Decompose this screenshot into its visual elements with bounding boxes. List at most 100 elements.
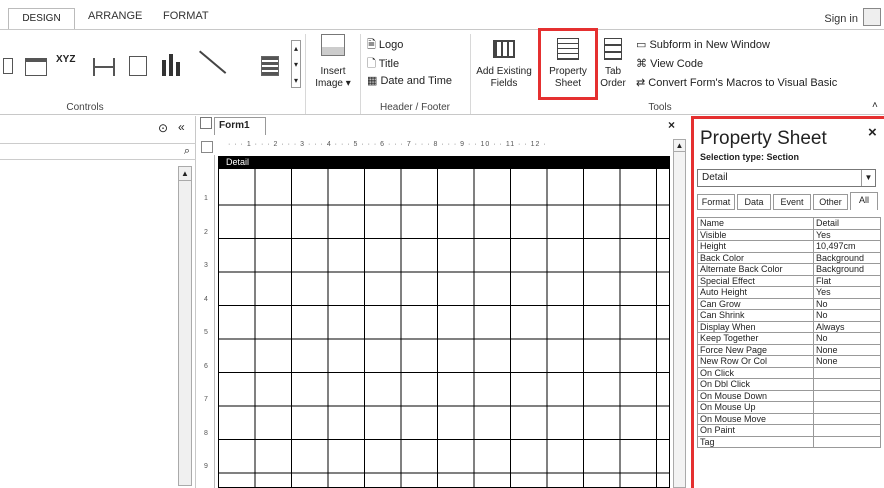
property-value[interactable] bbox=[813, 401, 881, 414]
property-row[interactable]: Keep Together No bbox=[697, 332, 881, 345]
property-value[interactable] bbox=[813, 389, 881, 402]
property-row[interactable]: Can Shrink No bbox=[697, 309, 881, 322]
property-value[interactable]: None bbox=[813, 355, 881, 368]
property-row[interactable]: Back Color Background bbox=[697, 251, 881, 264]
title-button[interactable]: 🗋 Title bbox=[367, 55, 399, 74]
web-browser-control-icon[interactable] bbox=[25, 58, 47, 76]
close-document-icon[interactable]: × bbox=[668, 118, 675, 132]
navigation-pane: ⊙ « bbox=[0, 116, 196, 488]
insert-image-button[interactable]: Insert Image ▾ bbox=[312, 34, 354, 90]
object-selector[interactable]: Detail ▼ bbox=[697, 169, 876, 187]
nav-menu-icon[interactable]: ⊙ bbox=[158, 121, 168, 135]
nav-scrollbar[interactable]: ▲ bbox=[178, 166, 192, 486]
close-property-sheet-icon[interactable]: × bbox=[868, 124, 877, 141]
property-value[interactable] bbox=[813, 424, 881, 437]
property-value[interactable] bbox=[813, 366, 881, 379]
tab-event-props[interactable]: Event bbox=[773, 194, 811, 210]
ruler-mark: 7 bbox=[204, 396, 208, 403]
tab-design[interactable]: DESIGN bbox=[8, 8, 75, 30]
property-row[interactable]: Can Grow No bbox=[697, 297, 881, 310]
sign-in-link[interactable]: Sign in bbox=[824, 13, 858, 25]
doc-scroll-up-icon[interactable]: ▲ bbox=[674, 140, 685, 152]
form-selector[interactable] bbox=[201, 141, 213, 153]
ribbon: XYZ ▴ ▾ ▾ Controls Insert Image ▾ 🗎 Logo 🗋… bbox=[0, 28, 884, 115]
form-icon bbox=[200, 117, 212, 129]
tab-format-props[interactable]: Format bbox=[697, 194, 735, 210]
page-break-control-icon[interactable] bbox=[129, 56, 147, 76]
property-value[interactable] bbox=[813, 378, 881, 391]
property-value[interactable]: No bbox=[813, 297, 881, 310]
document-scrollbar[interactable]: ▲ bbox=[673, 139, 686, 488]
property-value[interactable]: Always bbox=[813, 320, 881, 333]
avatar[interactable] bbox=[863, 8, 881, 26]
insert-image-label-1: Insert bbox=[320, 66, 346, 77]
horizontal-ruler: · · · 1 · · · 2 · · · 3 · · · 4 · · · 5 … bbox=[228, 141, 672, 153]
document-tab-form1[interactable]: Form1 bbox=[214, 117, 266, 135]
property-value[interactable]: Flat bbox=[813, 274, 881, 287]
property-row[interactable]: On Paint bbox=[697, 424, 881, 437]
tab-order-label-2: Order bbox=[600, 78, 626, 89]
property-name: Alternate Back Color bbox=[697, 263, 814, 276]
property-value[interactable]: Yes bbox=[813, 228, 881, 241]
scroll-up-icon[interactable]: ▲ bbox=[179, 167, 191, 181]
property-value[interactable]: Yes bbox=[813, 286, 881, 299]
bar-chart-icon[interactable] bbox=[162, 60, 166, 76]
view-code-button[interactable]: ⌘ View Code bbox=[636, 57, 703, 70]
logo-button[interactable]: 🗎 Logo bbox=[367, 36, 403, 55]
tab-order-button[interactable]: Tab Order bbox=[598, 38, 628, 90]
property-row[interactable]: New Row Or Col None bbox=[697, 355, 881, 368]
property-row[interactable]: Visible Yes bbox=[697, 228, 881, 241]
property-row[interactable]: On Dbl Click bbox=[697, 378, 881, 391]
combo-box-control-icon[interactable] bbox=[3, 58, 13, 74]
ruler-mark: 2 bbox=[204, 228, 208, 236]
convert-macros-button[interactable]: ⇄ Convert Form's Macros to Visual Basic bbox=[636, 76, 837, 89]
property-row[interactable]: Tag bbox=[697, 435, 881, 448]
tab-other-props[interactable]: Other bbox=[813, 194, 848, 210]
detail-grid[interactable] bbox=[218, 168, 670, 488]
date-time-button[interactable]: ▦ Date and Time bbox=[367, 74, 452, 87]
property-row[interactable]: Special Effect Flat bbox=[697, 274, 881, 287]
collapse-pane-icon[interactable]: « bbox=[178, 120, 185, 134]
nav-search-input[interactable]: ⌕ bbox=[0, 143, 196, 160]
property-row[interactable]: Auto Height Yes bbox=[697, 286, 881, 299]
chevron-down-icon[interactable]: ▼ bbox=[861, 170, 875, 186]
detail-label: Detail bbox=[226, 157, 250, 167]
property-value[interactable]: No bbox=[813, 332, 881, 345]
property-row[interactable]: On Mouse Up bbox=[697, 401, 881, 414]
property-row[interactable]: On Mouse Move bbox=[697, 412, 881, 425]
line-control-icon[interactable] bbox=[93, 58, 115, 76]
subform-new-window-button[interactable]: ▭ Subform in New Window bbox=[636, 38, 770, 51]
calendar-icon: ▦ bbox=[367, 75, 378, 87]
gallery-scroll[interactable]: ▴ ▾ ▾ bbox=[291, 40, 301, 88]
property-value[interactable]: Background bbox=[813, 263, 881, 276]
property-row[interactable]: Alternate Back Color Background bbox=[697, 263, 881, 276]
property-value[interactable]: Detail bbox=[813, 217, 881, 230]
add-existing-fields-button[interactable]: Add Existing Fields bbox=[474, 40, 534, 90]
property-value[interactable] bbox=[813, 435, 881, 448]
property-row[interactable]: Name Detail bbox=[697, 217, 881, 230]
property-row[interactable]: Display When Always bbox=[697, 320, 881, 333]
add-existing-label-2: Fields bbox=[490, 78, 518, 89]
property-name: Auto Height bbox=[697, 286, 814, 299]
detail-section-bar[interactable]: Detail bbox=[218, 156, 670, 168]
insert-image-label-2: Image ▾ bbox=[315, 78, 351, 89]
collapse-ribbon-icon[interactable]: ˄ bbox=[872, 100, 878, 111]
object-selector-value: Detail bbox=[702, 172, 728, 183]
property-row[interactable]: On Click bbox=[697, 366, 881, 379]
ruler-mark: 6 bbox=[204, 362, 208, 370]
tab-data-props[interactable]: Data bbox=[737, 194, 771, 210]
chart-control-icon[interactable]: XYZ bbox=[56, 54, 75, 65]
property-value[interactable]: Background bbox=[813, 251, 881, 264]
property-value[interactable]: None bbox=[813, 343, 881, 356]
rectangle-control-icon[interactable] bbox=[261, 56, 279, 76]
diagonal-line-icon[interactable] bbox=[199, 50, 227, 74]
property-value[interactable]: No bbox=[813, 309, 881, 322]
property-row[interactable]: Height 10,497cm bbox=[697, 240, 881, 253]
property-row[interactable]: On Mouse Down bbox=[697, 389, 881, 402]
property-row[interactable]: Force New Page None bbox=[697, 343, 881, 356]
tab-all-props[interactable]: All bbox=[850, 192, 878, 210]
property-value[interactable] bbox=[813, 412, 881, 425]
tab-arrange[interactable]: ARRANGE bbox=[88, 10, 142, 22]
property-value[interactable]: 10,497cm bbox=[813, 240, 881, 253]
tab-format[interactable]: FORMAT bbox=[163, 10, 209, 22]
